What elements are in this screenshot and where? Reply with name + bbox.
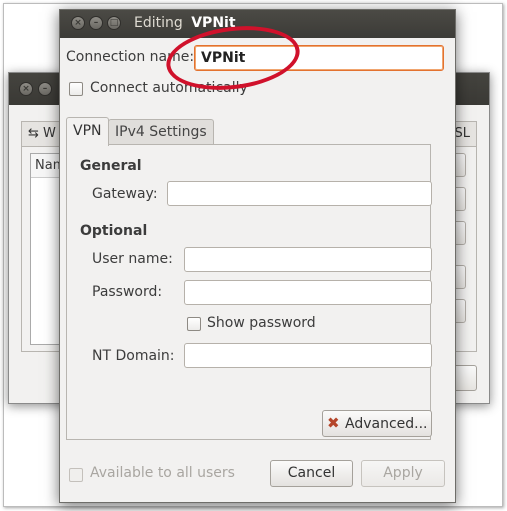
optional-heading: Optional	[80, 223, 148, 239]
close-icon[interactable]: ×	[19, 82, 33, 96]
nt-domain-label: NT Domain:	[92, 348, 175, 364]
background-tab-label: SL	[454, 126, 471, 141]
tab-label: VPN	[73, 123, 102, 139]
tools-icon: ✖	[327, 414, 340, 432]
minimize-icon[interactable]: –	[38, 82, 52, 96]
connection-name-label: Connection name:	[66, 49, 195, 65]
tab-ipv4-settings[interactable]: IPv4 Settings	[108, 119, 214, 145]
advanced-button-label: Advanced...	[345, 416, 428, 432]
connection-name-input[interactable]	[194, 45, 444, 71]
gateway-input[interactable]	[167, 181, 432, 206]
show-password-label: Show password	[207, 315, 316, 331]
background-tab-label: W	[43, 126, 56, 141]
gateway-label: Gateway:	[92, 186, 158, 202]
edit-connection-dialog: × – □ Editing VPNit Connection name: Con…	[59, 9, 456, 503]
show-password-checkbox[interactable]	[187, 317, 201, 331]
close-icon[interactable]: ×	[71, 16, 85, 30]
network-icon: ⇆	[28, 126, 39, 141]
maximize-icon[interactable]: □	[107, 16, 121, 30]
apply-button[interactable]: Apply	[361, 460, 445, 487]
dialog-title: Editing VPNit	[134, 15, 236, 31]
available-to-all-users-checkbox[interactable]	[69, 468, 83, 482]
nt-domain-input[interactable]	[184, 343, 432, 368]
password-input[interactable]	[184, 280, 432, 305]
background-tab-wired[interactable]: ⇆ W	[21, 121, 63, 147]
advanced-button[interactable]: ✖ Advanced...	[322, 410, 432, 437]
vpn-tab-panel: General Gateway: Optional User name: Pas…	[66, 144, 432, 440]
available-to-all-users-label: Available to all users	[90, 465, 235, 481]
dialog-title-prefix: Editing	[134, 15, 183, 31]
username-label: User name:	[92, 251, 173, 267]
username-input[interactable]	[184, 247, 432, 272]
dialog-titlebar: × – □ Editing VPNit	[60, 10, 455, 38]
dialog-title-name: VPNit	[191, 15, 236, 31]
cancel-button[interactable]: Cancel	[270, 460, 353, 487]
tab-label: IPv4 Settings	[115, 124, 207, 140]
minimize-icon[interactable]: –	[89, 16, 103, 30]
password-label: Password:	[92, 284, 163, 300]
connect-automatically-label: Connect automatically	[90, 80, 248, 96]
general-heading: General	[80, 158, 142, 174]
tab-vpn[interactable]: VPN	[66, 117, 109, 146]
connect-automatically-checkbox[interactable]	[69, 82, 83, 96]
